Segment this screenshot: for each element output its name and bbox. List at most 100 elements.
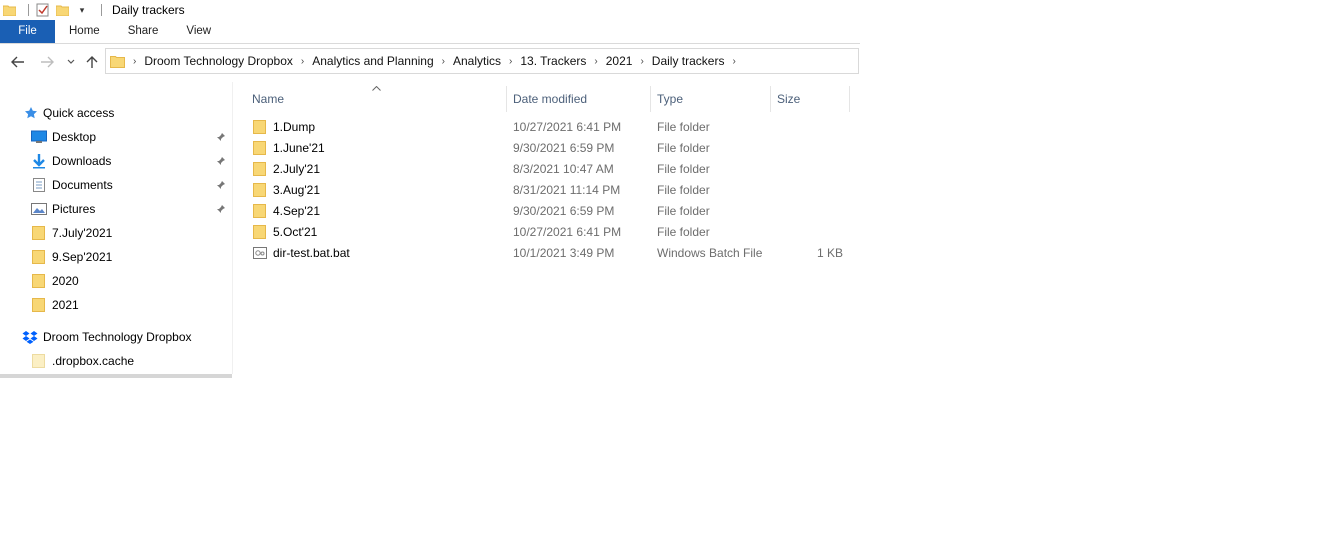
folder-icon (31, 273, 47, 289)
qa-separator (28, 4, 29, 16)
folder-icon (31, 353, 47, 369)
sidebar-item-documents[interactable]: Documents (31, 174, 113, 196)
sidebar-item-7-july-2021[interactable]: 7.July'2021 (31, 222, 112, 244)
file-row-3-aug-21[interactable]: 3.Aug'21 8/31/2021 11:14 PM File folder (236, 180, 856, 201)
breadcrumb-2021[interactable]: 2021 (606, 54, 633, 68)
sidebar-item-2021[interactable]: 2021 (31, 294, 79, 316)
customize-toolbar-dropdown-icon[interactable]: ▾ (75, 3, 89, 17)
file-row-4-sep-21[interactable]: 4.Sep'21 9/30/2021 6:59 PM File folder (236, 201, 856, 222)
qa-separator (101, 4, 102, 16)
tab-view[interactable]: View (172, 20, 225, 43)
sidebar-item-label: .dropbox.cache (52, 354, 135, 368)
breadcrumb-analytics[interactable]: Analytics (453, 54, 501, 68)
breadcrumb-daily-trackers[interactable]: Daily trackers (652, 54, 725, 68)
breadcrumb-chevron-icon[interactable]: › (594, 56, 597, 67)
sidebar-item-downloads[interactable]: Downloads (31, 150, 111, 172)
file-type: File folder (657, 225, 710, 239)
folder-icon (252, 119, 268, 140)
file-date-modified: 10/27/2021 6:41 PM (513, 225, 622, 239)
file-size (777, 180, 843, 201)
column-header-name[interactable]: Name (252, 86, 506, 112)
sidebar-item-label: 2020 (52, 274, 79, 288)
file-date-modified: 10/27/2021 6:41 PM (513, 120, 622, 134)
pin-icon[interactable] (216, 132, 226, 142)
folder-icon (252, 182, 268, 203)
sidebar-item-2020[interactable]: 2020 (31, 270, 79, 292)
folder-icon (252, 140, 268, 161)
file-name: 1.Dump (273, 120, 316, 134)
sidebar-item-quick-access[interactable]: Quick access (24, 102, 114, 124)
window-title: Daily trackers (112, 3, 185, 17)
file-type: File folder (657, 141, 710, 155)
column-divider[interactable] (506, 86, 507, 112)
file-name: 5.Oct'21 (273, 225, 318, 239)
new-folder-icon[interactable] (55, 3, 69, 17)
tab-share[interactable]: Share (114, 20, 173, 43)
tab-home[interactable]: Home (55, 20, 114, 43)
file-date-modified: 9/30/2021 6:59 PM (513, 204, 615, 218)
pin-icon[interactable] (216, 180, 226, 190)
file-type: Windows Batch File (657, 246, 763, 260)
sidebar-item-desktop[interactable]: Desktop (31, 126, 96, 148)
sidebar-item-pictures[interactable]: Pictures (31, 198, 95, 220)
column-header-size[interactable]: Size (777, 86, 849, 112)
column-divider[interactable] (650, 86, 651, 112)
breadcrumb-chevron-icon[interactable]: › (133, 56, 136, 67)
pin-icon[interactable] (216, 156, 226, 166)
breadcrumb-chevron-icon[interactable]: › (640, 56, 643, 67)
file-explorer-window: ▾ Daily trackers File Home Share View › … (0, 0, 860, 380)
forward-arrow-icon[interactable] (37, 52, 57, 72)
up-arrow-icon[interactable] (82, 52, 102, 72)
sidebar-item-dropbox-cache[interactable]: .dropbox.cache (31, 350, 134, 372)
folder-icon (31, 297, 47, 313)
dropbox-icon (22, 330, 38, 344)
sidebar-item-label: 7.July'2021 (52, 226, 113, 240)
folder-icon (252, 161, 268, 182)
sidebar-item-9-sep-2021[interactable]: 9.Sep'2021 (31, 246, 112, 268)
file-row-dir-test-bat[interactable]: dir-test.bat.bat 10/1/2021 3:49 PM Windo… (236, 243, 856, 264)
breadcrumb-chevron-icon[interactable]: › (732, 56, 735, 67)
sidebar-item-label: Droom Technology Dropbox (43, 330, 192, 344)
star-icon (24, 106, 38, 120)
file-row-5-oct-21[interactable]: 5.Oct'21 10/27/2021 6:41 PM File folder (236, 222, 856, 243)
file-size: 1 KB (816, 246, 843, 260)
sidebar-item-label: Quick access (43, 106, 115, 120)
sidebar-item-dropbox[interactable]: Droom Technology Dropbox (22, 326, 192, 348)
sidebar-item-label: Desktop (52, 130, 97, 144)
file-size (777, 117, 843, 138)
properties-check-icon[interactable] (35, 3, 49, 17)
file-date-modified: 8/31/2021 11:14 PM (513, 183, 621, 197)
tab-file[interactable]: File (0, 20, 55, 43)
file-size (777, 222, 843, 243)
sidebar-item-label: Downloads (52, 154, 112, 168)
breadcrumb-chevron-icon[interactable]: › (509, 56, 512, 67)
breadcrumb-droom-technology-dropbox[interactable]: Droom Technology Dropbox (144, 54, 293, 68)
column-divider[interactable] (770, 86, 771, 112)
breadcrumb-analytics-and-planning[interactable]: Analytics and Planning (312, 54, 433, 68)
back-arrow-icon[interactable] (8, 52, 28, 72)
folder-icon (31, 249, 47, 265)
breadcrumb-chevron-icon[interactable]: › (442, 56, 445, 67)
breadcrumb-trackers[interactable]: 13. Trackers (520, 54, 586, 68)
downloads-icon (31, 153, 47, 169)
file-row-2-july-21[interactable]: 2.July'21 8/3/2021 10:47 AM File folder (236, 159, 856, 180)
navigation-pane-scrollbar[interactable] (0, 374, 232, 378)
file-name: 3.Aug'21 (273, 183, 320, 197)
pin-icon[interactable] (216, 204, 226, 214)
column-header-date-modified[interactable]: Date modified (513, 86, 650, 112)
column-divider[interactable] (849, 86, 850, 112)
file-type: File folder (657, 120, 710, 134)
file-type: File folder (657, 162, 710, 176)
column-header-type[interactable]: Type (657, 86, 770, 112)
recent-locations-chevron-icon[interactable] (61, 52, 81, 72)
file-size (777, 201, 843, 222)
file-row-1-dump[interactable]: 1.Dump 10/27/2021 6:41 PM File folder (236, 117, 856, 138)
file-date-modified: 10/1/2021 3:49 PM (513, 246, 615, 260)
address-bar[interactable]: › Droom Technology Dropbox › Analytics a… (105, 48, 859, 74)
batch-file-icon (252, 245, 268, 266)
file-row-1-june-21[interactable]: 1.June'21 9/30/2021 6:59 PM File folder (236, 138, 856, 159)
title-bar: ▾ Daily trackers (0, 0, 860, 20)
breadcrumb-chevron-icon[interactable]: › (301, 56, 304, 67)
file-name: dir-test.bat.bat (273, 246, 350, 260)
folder-icon[interactable] (2, 3, 16, 17)
